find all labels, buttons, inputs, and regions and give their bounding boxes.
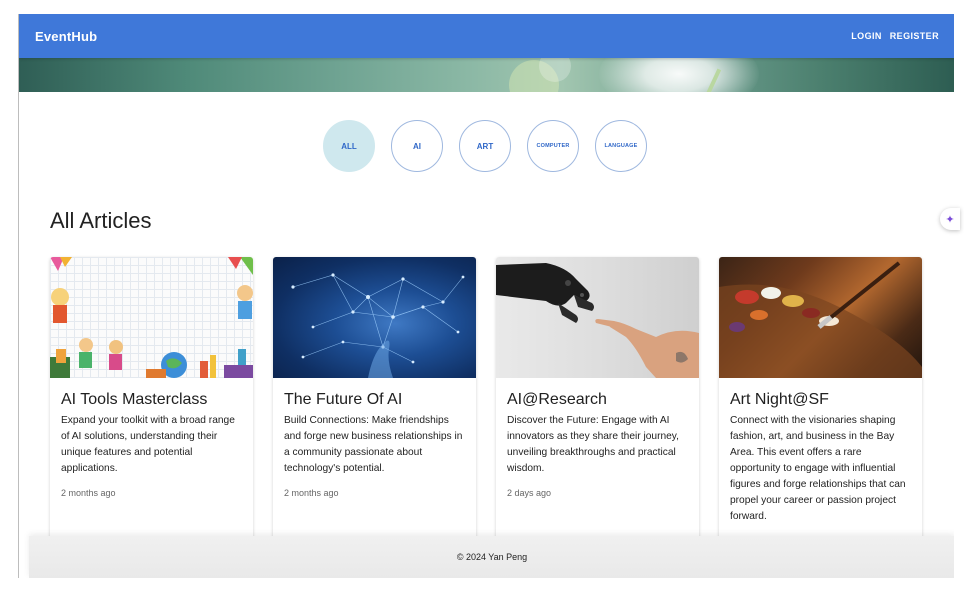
paint-palette-photo <box>719 257 922 378</box>
brand-logo[interactable]: EventHub <box>35 29 97 44</box>
hero-dandelion <box>599 58 759 92</box>
kids-doodle-art <box>50 257 253 378</box>
category-chip-all[interactable]: ALL <box>323 120 375 172</box>
card-timestamp: 2 months ago <box>61 488 116 498</box>
card-description: Discover the Future: Engage with AI inno… <box>507 415 679 474</box>
card-title: AI@Research <box>507 391 607 408</box>
article-card[interactable]: AI@Research Discover the Future: Engage … <box>496 257 699 547</box>
category-chip-language[interactable]: LANGUAGE <box>595 120 647 172</box>
auth-nav: LOGIN REGISTER <box>851 31 939 41</box>
card-title: Art Night@SF <box>730 391 829 408</box>
category-chip-label: ART <box>476 141 494 151</box>
network-hand-illustration <box>273 257 476 378</box>
sparkle-assistant-button[interactable]: ✦ <box>940 208 960 230</box>
card-timestamp: 2 months ago <box>284 488 339 498</box>
network-art <box>291 273 465 378</box>
category-chip-label: COMPUTER <box>536 143 570 149</box>
login-link[interactable]: LOGIN <box>851 31 882 41</box>
kids-doodle-illustration <box>50 257 253 378</box>
category-filter: ALL AI ART COMPUTER LANGUAGE <box>19 120 954 172</box>
top-app-bar: EventHub LOGIN REGISTER <box>19 14 954 58</box>
card-description: Expand your toolkit with a broad range o… <box>61 415 235 474</box>
robot-human-hand-photo <box>496 257 699 378</box>
register-link[interactable]: REGISTER <box>890 31 939 41</box>
section-title: All Articles <box>50 208 152 233</box>
category-chip-label: LANGUAGE <box>604 143 638 149</box>
category-chip-label: AI <box>413 141 421 151</box>
category-chip-label: ALL <box>341 141 357 151</box>
category-chip-ai[interactable]: AI <box>391 120 443 172</box>
footer-copyright: © 2024 Yan Peng <box>456 552 528 562</box>
card-title: AI Tools Masterclass <box>61 391 208 408</box>
palette-art <box>719 261 922 378</box>
article-card[interactable]: The Future Of AI Build Connections: Make… <box>273 257 476 547</box>
card-description: Build Connections: Make friendships and … <box>284 415 463 474</box>
app-window: EventHub LOGIN REGISTER ALL AI ART COMPU… <box>18 14 954 578</box>
hero-banner-image <box>19 58 954 92</box>
article-card[interactable]: AI Tools Masterclass Expand your toolkit… <box>50 257 253 547</box>
category-chip-computer[interactable]: COMPUTER <box>527 120 579 172</box>
card-description: Connect with the visionaries shaping fas… <box>730 415 906 522</box>
article-card[interactable]: Art Night@SF Connect with the visionarie… <box>719 257 922 547</box>
sparkle-icon: ✦ <box>945 213 955 226</box>
category-chip-art[interactable]: ART <box>459 120 511 172</box>
page-footer: © 2024 Yan Peng <box>29 536 954 578</box>
robot-hand-art <box>496 263 699 378</box>
card-title: The Future Of AI <box>284 391 403 408</box>
card-timestamp: 2 days ago <box>507 488 552 498</box>
